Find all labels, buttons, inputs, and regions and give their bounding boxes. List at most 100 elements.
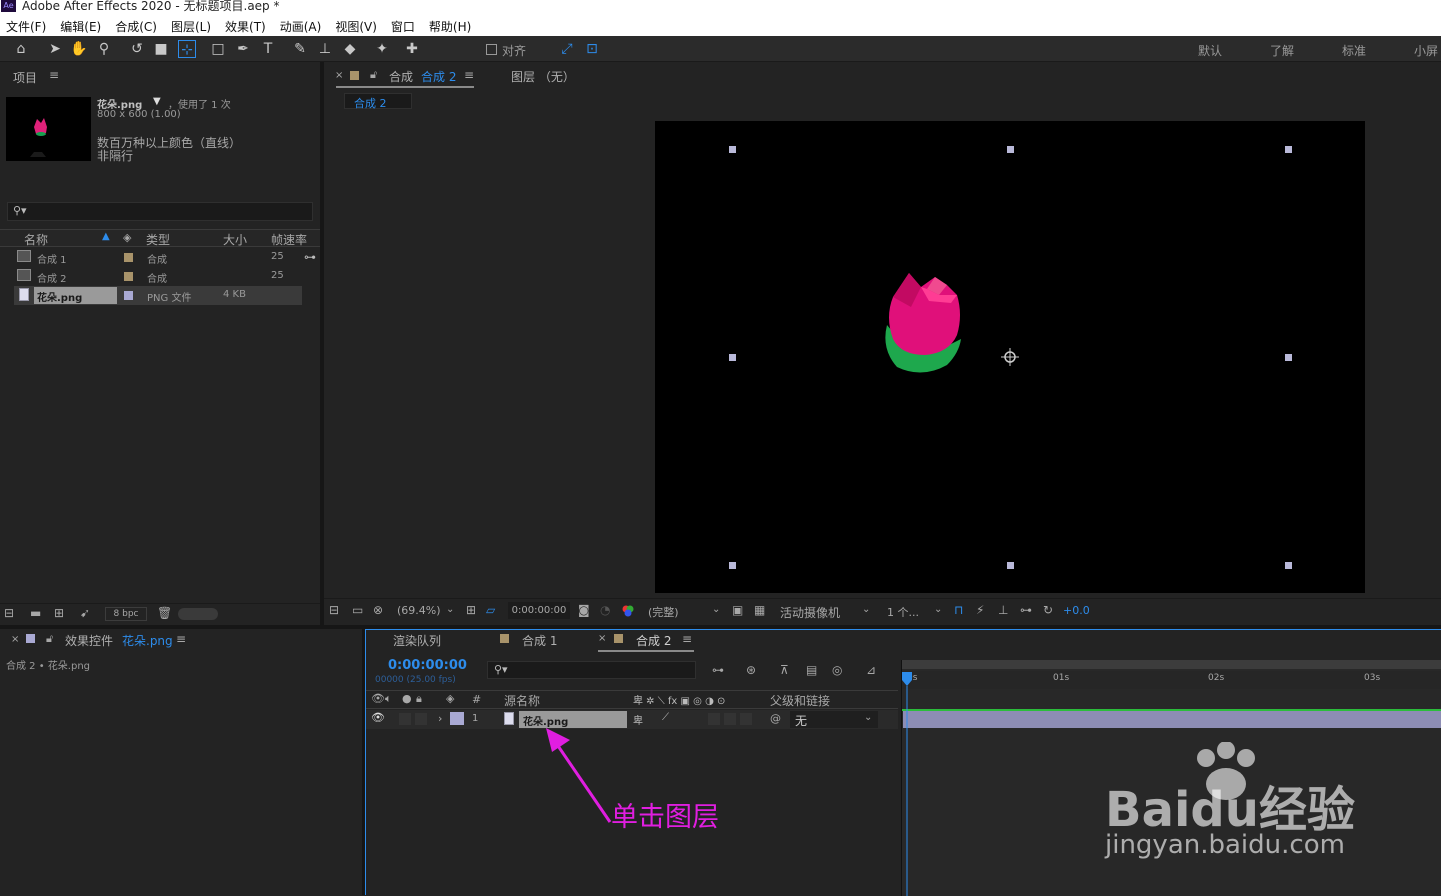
chevron-down-icon[interactable]: ⌄ [712, 604, 720, 615]
pen-tool-icon[interactable]: ✒ [234, 40, 252, 58]
roto-brush-icon[interactable]: ✦ [373, 40, 391, 58]
current-time-field[interactable]: 0:00:00:00 [508, 602, 570, 619]
transform-handle[interactable] [729, 562, 736, 569]
col-size[interactable]: 大小 [223, 231, 247, 248]
flowchart-icon[interactable]: ⊶ [1020, 603, 1032, 617]
menu-animation[interactable]: 动画(A) [280, 18, 322, 35]
pan-behind-tool-icon[interactable]: ⊹ [178, 40, 196, 58]
chevron-down-icon[interactable]: ⌄ [446, 604, 454, 615]
tab-render-queue[interactable]: 渲染队列 [393, 632, 441, 649]
transform-handle[interactable] [1007, 562, 1014, 569]
label-tag-icon[interactable]: ◈ [123, 231, 131, 244]
workspace-default[interactable]: 默认 [1198, 42, 1222, 59]
time-ruler[interactable]: 0s 01s 02s 03s [902, 671, 1441, 689]
col-source-name[interactable]: 源名称 [504, 692, 540, 709]
hand-tool-icon[interactable]: ✋ [70, 40, 88, 58]
anchor-point-icon[interactable] [1001, 348, 1019, 366]
transform-handle[interactable] [1285, 562, 1292, 569]
lock-icon[interactable]: 🔓︎ [370, 68, 377, 82]
reset-exposure-icon[interactable]: ↻ [1043, 603, 1053, 617]
label-color-swatch[interactable] [124, 291, 133, 300]
comp-tab-name[interactable]: 合成 2 [421, 68, 456, 85]
eye-icon[interactable]: 👁︎ [371, 711, 385, 724]
menu-help[interactable]: 帮助(H) [429, 18, 471, 35]
tab-comp2[interactable]: 合成 2 [636, 632, 671, 649]
menu-layer[interactable]: 图层(L) [171, 18, 211, 35]
camera-tool-icon[interactable]: ■ [152, 40, 170, 58]
project-item-comp1[interactable]: 合成 1 合成 25 [14, 248, 302, 267]
region-of-interest-icon[interactable]: ▣ [732, 603, 743, 617]
col-parent-link[interactable]: 父级和链接 [770, 692, 830, 709]
chevron-down-icon[interactable]: ⌄ [934, 604, 942, 615]
audio-icon[interactable]: 🔈︎ [385, 692, 392, 706]
lock-icon[interactable]: 🔒︎ [416, 692, 422, 706]
resolution-dropdown[interactable]: (完整) [648, 604, 679, 620]
flowchart-icon[interactable]: ⊶ [304, 250, 316, 264]
fast-previews-icon[interactable]: ⚡ [976, 603, 984, 617]
col-type[interactable]: 类型 [146, 231, 170, 248]
timeline-layer-row[interactable]: 👁︎ › 1 花朵.png 卑 ⟋ @ 无 ⌄ [366, 710, 898, 729]
switch-toggle[interactable] [724, 713, 736, 725]
frame-blending-icon[interactable]: ▤ [806, 663, 817, 677]
hide-shy-layers-icon[interactable]: ⊼ [780, 663, 789, 677]
layer-switches-icons[interactable]: 卑 ✲ ⟍ fx ▣ ◎ ◑ ⊙ [633, 692, 725, 707]
show-snapshot-icon[interactable]: ◔ [600, 603, 610, 617]
zoom-value[interactable]: (69.4%) [397, 604, 441, 617]
comp-tab-label[interactable]: 合成 [389, 68, 413, 85]
mask-icon[interactable]: ⊗ [373, 603, 383, 617]
playhead-icon[interactable] [901, 672, 913, 896]
zoom-tool-icon[interactable]: ⚲ [95, 40, 113, 58]
safe-margins-icon[interactable]: ⊞ [466, 603, 476, 617]
tab-comp1[interactable]: 合成 1 [522, 632, 557, 649]
solo-icon[interactable]: ● [402, 692, 412, 705]
pick-whip-icon[interactable]: @ [770, 712, 781, 725]
timeline-current-time[interactable]: 0:00:00:00 [388, 658, 467, 673]
label-color-swatch[interactable] [124, 253, 133, 262]
project-settings-icon[interactable]: ➹ [80, 606, 90, 620]
chevron-down-icon[interactable]: ▼ [153, 96, 161, 107]
lock-icon[interactable]: 🔓︎ [46, 632, 53, 646]
toggle-pixel-aspect-icon[interactable]: ⊓ [954, 603, 963, 617]
menu-window[interactable]: 窗口 [391, 18, 415, 35]
comp-breadcrumb[interactable]: 合成 2 [344, 93, 412, 110]
close-icon[interactable]: × [598, 633, 606, 644]
exposure-value[interactable]: +0.0 [1063, 604, 1090, 617]
col-fps[interactable]: 帧速率 [271, 231, 307, 248]
project-item-footage[interactable]: 花朵.png PNG 文件 4 KB [14, 286, 302, 305]
menu-effect[interactable]: 效果(T) [225, 18, 266, 35]
rotate-tool-icon[interactable]: ↺ [128, 40, 146, 58]
eraser-tool-icon[interactable]: ◆ [341, 40, 359, 58]
lock-toggle[interactable] [415, 713, 427, 725]
always-preview-icon[interactable]: ⊟ [329, 603, 339, 617]
transform-handle[interactable] [1007, 146, 1014, 153]
home-icon[interactable]: ⌂ [12, 40, 30, 58]
quality-switch-icon[interactable]: ⟋ [662, 712, 669, 723]
project-search-input[interactable]: ⚲▾ [7, 202, 313, 221]
sort-ascending-icon[interactable]: ▲ [102, 231, 110, 242]
timeline-icon[interactable]: ⊥ [998, 603, 1008, 617]
project-item-comp2[interactable]: 合成 2 合成 25 [14, 267, 302, 286]
workspace-small[interactable]: 小屏 [1414, 42, 1438, 59]
workspace-standard[interactable]: 标准 [1342, 42, 1366, 59]
transform-handle[interactable] [1285, 146, 1292, 153]
color-channels-icon[interactable] [621, 604, 635, 618]
eye-icon[interactable]: 👁︎ [371, 692, 385, 705]
motion-blur-icon[interactable]: ◎ [832, 663, 842, 677]
trash-icon[interactable]: 🗑 [157, 606, 172, 620]
workspace-learn[interactable]: 了解 [1270, 42, 1294, 59]
label-tag-icon[interactable]: ◈ [446, 692, 454, 705]
col-name[interactable]: 名称 [24, 231, 48, 248]
panel-menu-icon[interactable]: ≡ [49, 68, 59, 82]
transparency-grid-icon[interactable]: ▱ [486, 603, 495, 617]
switch-toggle[interactable] [740, 713, 752, 725]
puppet-pin-icon[interactable]: ✚ [403, 40, 421, 58]
flower-image[interactable] [877, 267, 967, 377]
menu-view[interactable]: 视图(V) [335, 18, 377, 35]
chevron-right-icon[interactable]: › [438, 712, 442, 725]
monitor-icon[interactable]: ▭ [352, 603, 363, 617]
camera-dropdown[interactable]: 活动摄像机 [780, 604, 840, 621]
graph-editor-icon[interactable]: ⊿ [866, 663, 876, 677]
switch-toggle[interactable] [708, 713, 720, 725]
transform-handle[interactable] [1285, 354, 1292, 361]
composition-canvas[interactable] [655, 121, 1365, 593]
